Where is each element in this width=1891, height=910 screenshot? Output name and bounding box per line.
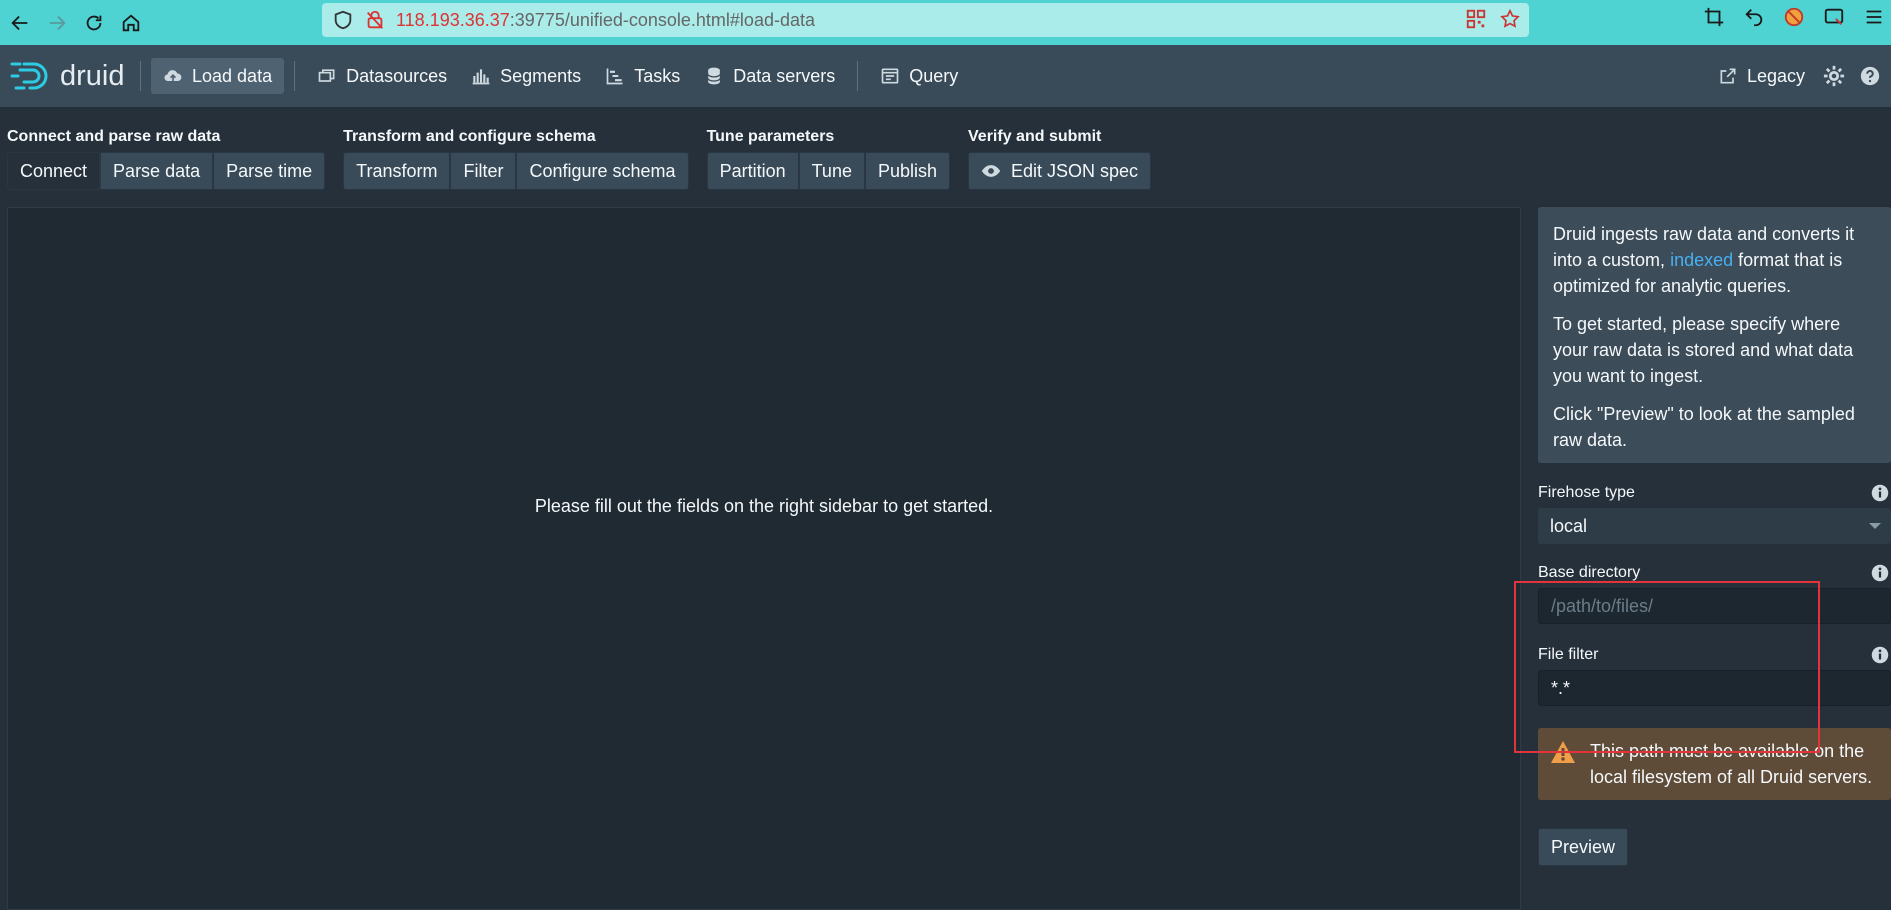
step-connect[interactable]: Connect xyxy=(7,152,101,190)
undo-icon[interactable] xyxy=(1743,6,1765,28)
nav-divider xyxy=(140,61,141,91)
bookmark-star-icon[interactable] xyxy=(1499,8,1521,30)
nav-datasources[interactable]: Datasources xyxy=(305,58,459,94)
arrow-left-icon xyxy=(11,15,28,30)
step-parse-time[interactable]: Parse time xyxy=(213,152,326,190)
cloud-upload-icon xyxy=(164,70,182,83)
database-icon xyxy=(707,67,721,85)
empty-state-message: Please fill out the fields on the right … xyxy=(534,496,994,516)
url-text: 118.193.36.37:39775/unified-console.html… xyxy=(396,10,815,31)
step-group-title: Tune parameters xyxy=(706,128,835,145)
nav-data-servers[interactable]: Data servers xyxy=(692,58,847,94)
nav-label: Query xyxy=(909,65,959,86)
info-sign-icon[interactable] xyxy=(1871,646,1889,664)
firehose-type-field: Firehose type local xyxy=(1538,484,1891,544)
reload-button[interactable] xyxy=(77,6,111,40)
step-group-verify: Verify and submit Edit JSON spec xyxy=(968,128,1152,190)
url-path: :39775/unified-console.html#load-data xyxy=(509,9,815,30)
logo-text: druid xyxy=(60,59,125,92)
field-label: Firehose type xyxy=(1538,484,1891,502)
step-parse-data[interactable]: Parse data xyxy=(100,152,214,190)
indexed-link[interactable]: indexed xyxy=(1670,250,1733,270)
step-group-title: Connect and parse raw data xyxy=(7,128,221,145)
druid-logo[interactable]: druid xyxy=(10,60,130,93)
home-icon xyxy=(122,13,140,31)
insecure-lock-icon[interactable] xyxy=(364,9,386,31)
nav-load-data[interactable]: Load data xyxy=(151,58,285,94)
crop-icon[interactable] xyxy=(1703,6,1725,28)
step-group-tune: Tune parameters Partition Tune Publish xyxy=(706,128,951,190)
datasources-icon xyxy=(318,69,335,82)
step-group-title: Verify and submit xyxy=(968,128,1102,145)
browser-toolbar: 118.193.36.37:39775/unified-console.html… xyxy=(0,0,1891,45)
nav-tasks[interactable]: Tasks xyxy=(593,58,692,94)
qr-code-icon[interactable] xyxy=(1465,8,1487,30)
step-publish[interactable]: Publish xyxy=(864,152,951,190)
step-label: Edit JSON spec xyxy=(1011,160,1139,181)
nav-label: Tasks xyxy=(634,65,681,86)
druid-logo-icon xyxy=(10,62,48,90)
highlight-annotation-box xyxy=(1514,581,1820,753)
info-sign-icon[interactable] xyxy=(1871,564,1889,582)
select-value: local xyxy=(1550,515,1588,536)
segments-icon xyxy=(472,69,490,85)
app-header: druid Load data Datasources Segments Tas… xyxy=(0,45,1891,107)
menu-icon[interactable] xyxy=(1863,6,1885,28)
application-icon xyxy=(881,68,899,84)
home-button[interactable] xyxy=(114,6,148,40)
info-sign-icon[interactable] xyxy=(1871,484,1889,502)
legacy-link[interactable]: Legacy xyxy=(1714,58,1809,94)
eye-icon xyxy=(981,165,1001,177)
step-configure-schema[interactable]: Configure schema xyxy=(516,152,689,190)
step-transform[interactable]: Transform xyxy=(343,152,451,190)
main-preview-panel: Please fill out the fields on the right … xyxy=(7,207,1521,910)
settings-cog-icon[interactable] xyxy=(1823,65,1845,87)
screenshot-extension-icon[interactable] xyxy=(1823,6,1845,28)
step-partition[interactable]: Partition xyxy=(706,152,799,190)
firehose-type-label: Firehose type xyxy=(1538,484,1635,501)
url-host: 118.193.36.37 xyxy=(396,9,510,30)
nav-label: Data servers xyxy=(733,65,836,86)
right-sidebar: Druid ingests raw data and converts it i… xyxy=(1538,207,1891,866)
base-directory-label: Base directory xyxy=(1538,564,1641,581)
nav-query[interactable]: Query xyxy=(868,58,970,94)
help-icon[interactable] xyxy=(1859,65,1881,87)
step-edit-json-spec[interactable]: Edit JSON spec xyxy=(968,152,1152,190)
address-bar[interactable]: 118.193.36.37:39775/unified-console.html… xyxy=(322,3,1529,37)
nav-label: Segments xyxy=(500,65,582,86)
field-label: Base directory xyxy=(1538,564,1891,582)
preview-button[interactable]: Preview xyxy=(1538,828,1629,866)
shield-icon[interactable] xyxy=(332,9,354,31)
nav-label: Load data xyxy=(192,65,273,86)
callout-paragraph: Click "Preview" to look at the sampled r… xyxy=(1553,404,1855,450)
reload-icon xyxy=(86,15,102,30)
step-filter[interactable]: Filter xyxy=(450,152,517,190)
intro-callout: Druid ingests raw data and converts it i… xyxy=(1538,207,1891,463)
back-button[interactable] xyxy=(3,6,37,40)
legacy-label: Legacy xyxy=(1746,65,1805,86)
callout-paragraph: To get started, please specify where you… xyxy=(1553,314,1854,386)
ingestion-steps: Connect and parse raw data Connect Parse… xyxy=(7,128,1152,190)
step-group-title: Transform and configure schema xyxy=(343,128,596,145)
nav-segments[interactable]: Segments xyxy=(459,58,593,94)
nav-divider xyxy=(857,61,859,91)
share-external-icon xyxy=(1720,68,1736,84)
caret-down-icon xyxy=(1869,523,1881,529)
arrow-right-icon xyxy=(49,15,66,30)
step-group-connect: Connect and parse raw data Connect Parse… xyxy=(7,128,326,190)
firehose-type-select[interactable]: local xyxy=(1538,508,1891,544)
nav-divider xyxy=(294,61,296,91)
tasks-gantt-icon xyxy=(606,68,623,85)
nav-label: Datasources xyxy=(346,65,448,86)
extension-block-icon[interactable] xyxy=(1783,6,1805,28)
forward-button[interactable] xyxy=(40,6,74,40)
callout-paragraph: Druid ingests raw data and converts it i… xyxy=(1553,221,1877,299)
step-tune[interactable]: Tune xyxy=(798,152,865,190)
step-group-transform: Transform and configure schema Transform… xyxy=(343,128,689,190)
